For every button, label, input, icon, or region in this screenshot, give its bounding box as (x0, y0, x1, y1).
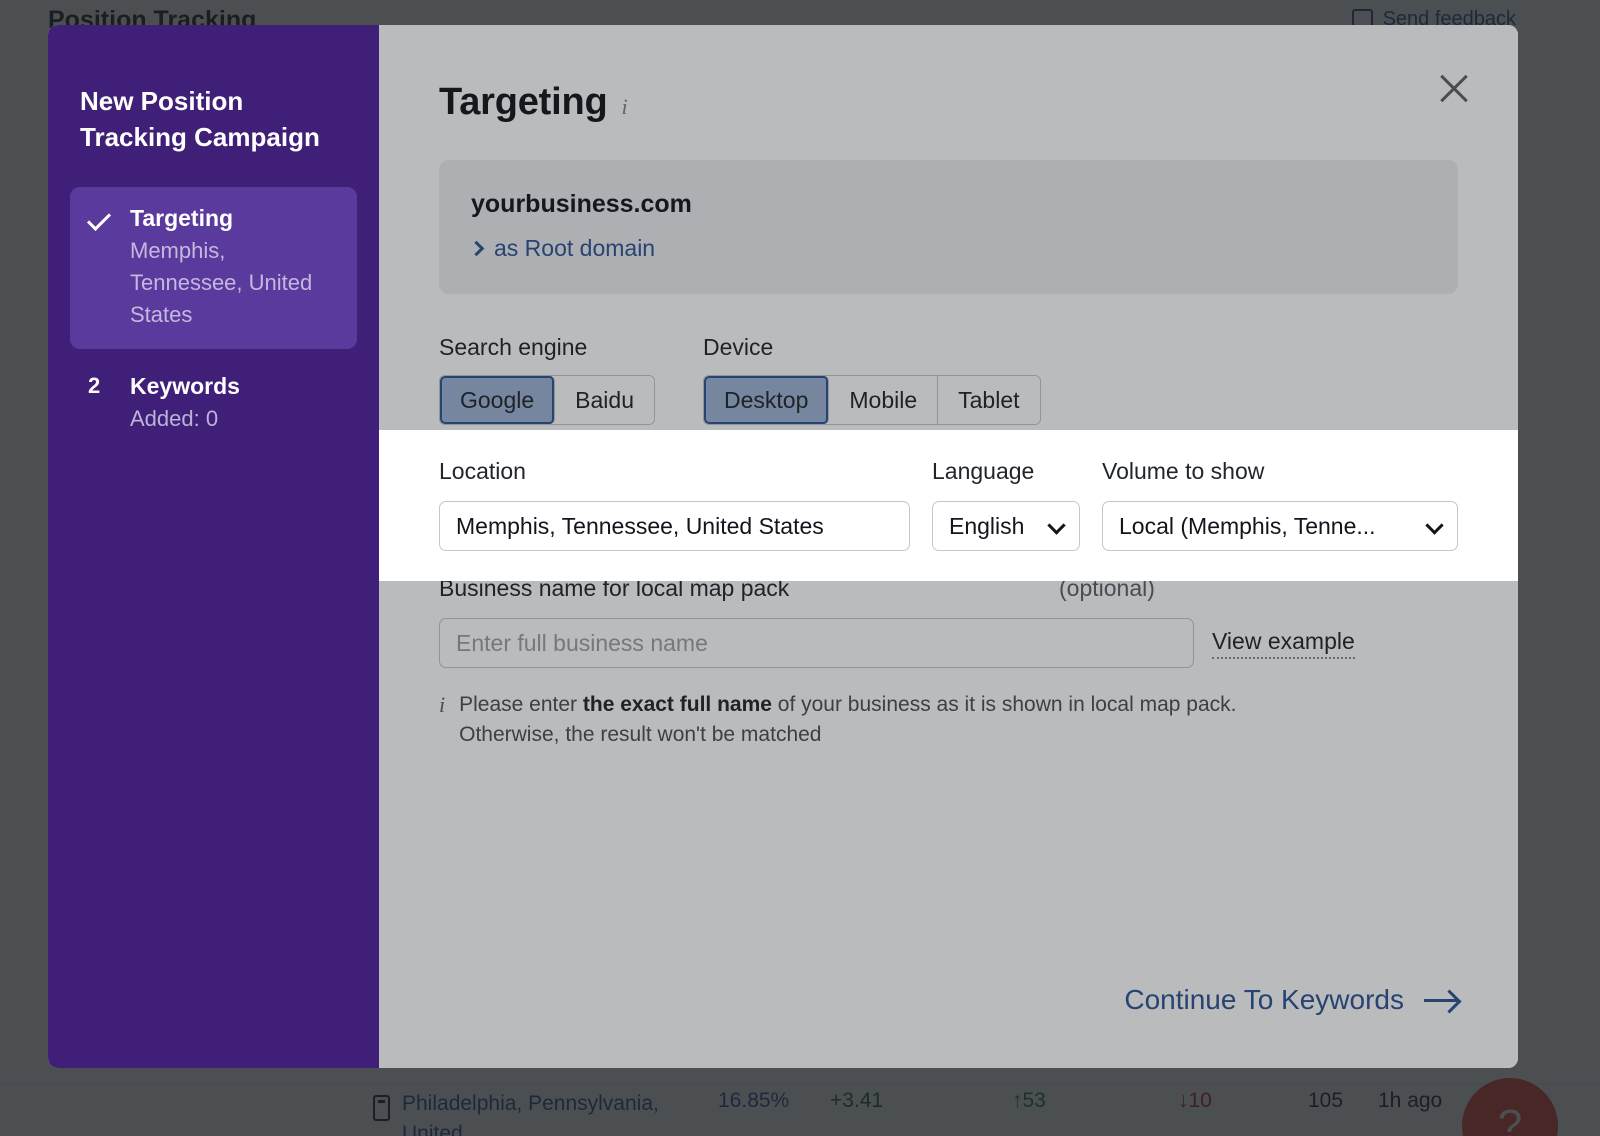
sidebar-step-targeting-label: Targeting (130, 205, 234, 231)
search-engine-group: Search engine Google Baidu (439, 334, 655, 425)
modal-main-panel: Targeting i yourbusiness.com as Root dom… (379, 25, 1518, 1068)
domain-name: yourbusiness.com (471, 190, 692, 218)
device-label: Device (703, 334, 774, 360)
info-icon: i (439, 692, 446, 717)
info-icon[interactable]: i (622, 94, 628, 120)
volume-label: Volume to show (1102, 458, 1265, 484)
page-root: Position Tracking Send feedback Philadel… (0, 0, 1600, 1136)
device-segmented-control[interactable]: Desktop Mobile Tablet (703, 375, 1041, 425)
sidebar-step-keywords-label: Keywords (130, 373, 240, 399)
sidebar-step-keywords[interactable]: 2 Keywords Added: 0 (70, 355, 357, 453)
campaign-title: New Position Tracking Campaign (80, 86, 320, 152)
chevron-right-icon (468, 240, 485, 257)
domain-scope-label: as Root domain (494, 235, 656, 261)
location-label: Location (439, 458, 526, 484)
continue-to-keywords-label: Continue To Keywords (1124, 984, 1404, 1015)
volume-select[interactable]: Local (Memphis, Tenne... (1102, 501, 1458, 551)
language-field: Language English (932, 458, 1080, 551)
device-option-desktop[interactable]: Desktop (704, 376, 830, 424)
hint-prefix: Please enter (459, 693, 583, 716)
device-option-mobile[interactable]: Mobile (829, 376, 939, 424)
view-example-link[interactable]: View example (1212, 628, 1355, 659)
domain-card: yourbusiness.com as Root domain (439, 160, 1458, 294)
page-title: Targeting (439, 81, 608, 123)
sidebar-step-targeting[interactable]: Targeting Memphis, Tennessee, United Sta… (70, 187, 357, 349)
arrow-right-icon (1424, 998, 1458, 1002)
location-field: Location (439, 458, 910, 551)
search-engine-option-google[interactable]: Google (440, 376, 556, 424)
device-option-tablet[interactable]: Tablet (938, 376, 1040, 424)
device-group: Device Desktop Mobile Tablet (703, 334, 1041, 425)
business-name-input[interactable] (439, 618, 1194, 668)
search-engine-label: Search engine (439, 334, 588, 360)
modal-sidebar: New Position Tracking Campaign Targeting… (48, 25, 379, 1068)
volume-field: Volume to show Local (Memphis, Tenne... (1102, 458, 1458, 551)
search-engine-option-baidu[interactable]: Baidu (555, 376, 654, 424)
language-select[interactable]: English (932, 501, 1080, 551)
location-input[interactable] (439, 501, 910, 551)
step-complete-check-icon (84, 203, 130, 233)
close-icon[interactable] (1426, 61, 1482, 117)
language-label: Language (932, 458, 1035, 484)
engine-device-row: Search engine Google Baidu Device Deskto… (439, 334, 1458, 425)
new-campaign-modal: New Position Tracking Campaign Targeting… (48, 25, 1518, 1068)
panel-header: Targeting i (439, 81, 1458, 124)
sidebar-step-targeting-sub: Memphis, Tennessee, United States (130, 238, 313, 327)
hint-bold: the exact full name (582, 693, 772, 716)
business-name-hint-text: Please enter the exact full name of your… (459, 690, 1269, 750)
domain-scope-button[interactable]: as Root domain (468, 235, 1426, 262)
sidebar-step-keywords-sub: Added: 0 (130, 406, 219, 431)
business-name-hint: i Please enter the exact full name of yo… (439, 690, 1269, 750)
search-engine-segmented-control[interactable]: Google Baidu (439, 375, 655, 425)
step-number: 2 (88, 373, 101, 398)
continue-to-keywords-button[interactable]: Continue To Keywords (1124, 984, 1458, 1016)
highlighted-location-row: Location Language English Volume to show (379, 430, 1518, 581)
business-name-section: Business name for local map pack (option… (439, 575, 1458, 750)
